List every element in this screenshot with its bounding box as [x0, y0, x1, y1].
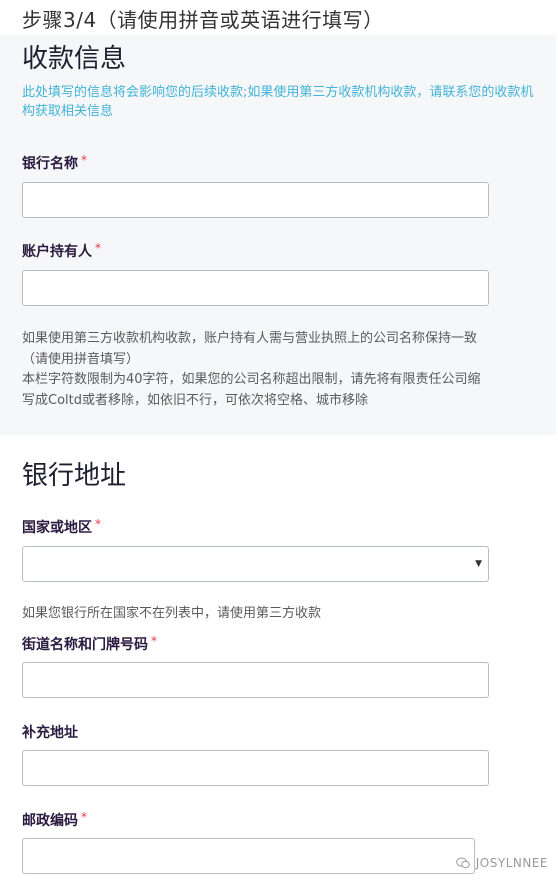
street-input[interactable]	[22, 662, 489, 698]
step-title: 步骤3/4（请使用拼音或英语进行填写）	[22, 8, 384, 32]
supplement-address-input[interactable]	[22, 750, 489, 786]
postal-label: 邮政编码 *	[22, 810, 87, 830]
bank-name-label: 银行名称 *	[22, 153, 87, 173]
street-label-text: 街道名称和门牌号码	[22, 637, 148, 653]
postal-label-text: 邮政编码	[22, 813, 78, 829]
watermark-text: JOSYLNNEE	[475, 856, 548, 870]
country-select[interactable]: ▼	[22, 546, 489, 582]
country-label-text: 国家或地区	[22, 520, 92, 536]
bank-name-input[interactable]	[22, 182, 489, 218]
bank-name-label-text: 银行名称	[22, 156, 78, 172]
required-marker: *	[151, 634, 157, 648]
country-note: 如果您银行所在国家不在列表中，请使用第三方收款	[22, 606, 322, 621]
account-holder-helper-2: 本栏字符数限制为40字符，如果您的公司名称超出限制，请先将有限责任公司缩写成Co…	[22, 372, 481, 408]
bank-address-heading: 银行地址	[22, 461, 127, 491]
supplement-label: 补充地址	[22, 725, 78, 741]
account-holder-input[interactable]	[22, 270, 489, 306]
country-label: 国家或地区 *	[22, 517, 101, 537]
caret-down-icon: ▼	[475, 559, 482, 569]
payment-info-heading: 收款信息	[22, 44, 127, 74]
account-holder-helper-1: 如果使用第三方收款机构收款，账户持有人需与营业执照上的公司名称保持一致（请使用拼…	[22, 331, 478, 367]
payment-notice: 此处填写的信息将会影响您的后续收款;如果使用第三方收款机构收款，请联系您的收款机…	[22, 85, 534, 119]
payment-info-section: 收款信息 此处填写的信息将会影响您的后续收款;如果使用第三方收款机构收款，请联系…	[0, 35, 556, 435]
required-marker: *	[95, 517, 101, 531]
street-label: 街道名称和门牌号码 *	[22, 634, 157, 654]
required-marker: *	[81, 810, 87, 824]
account-holder-label-text: 账户持有人	[22, 244, 92, 260]
account-holder-label: 账户持有人 *	[22, 241, 101, 261]
required-marker: *	[95, 241, 101, 255]
postal-code-input[interactable]	[22, 838, 475, 874]
required-marker: *	[81, 153, 87, 167]
wechat-icon	[455, 857, 470, 869]
watermark: JOSYLNNEE	[455, 856, 548, 870]
